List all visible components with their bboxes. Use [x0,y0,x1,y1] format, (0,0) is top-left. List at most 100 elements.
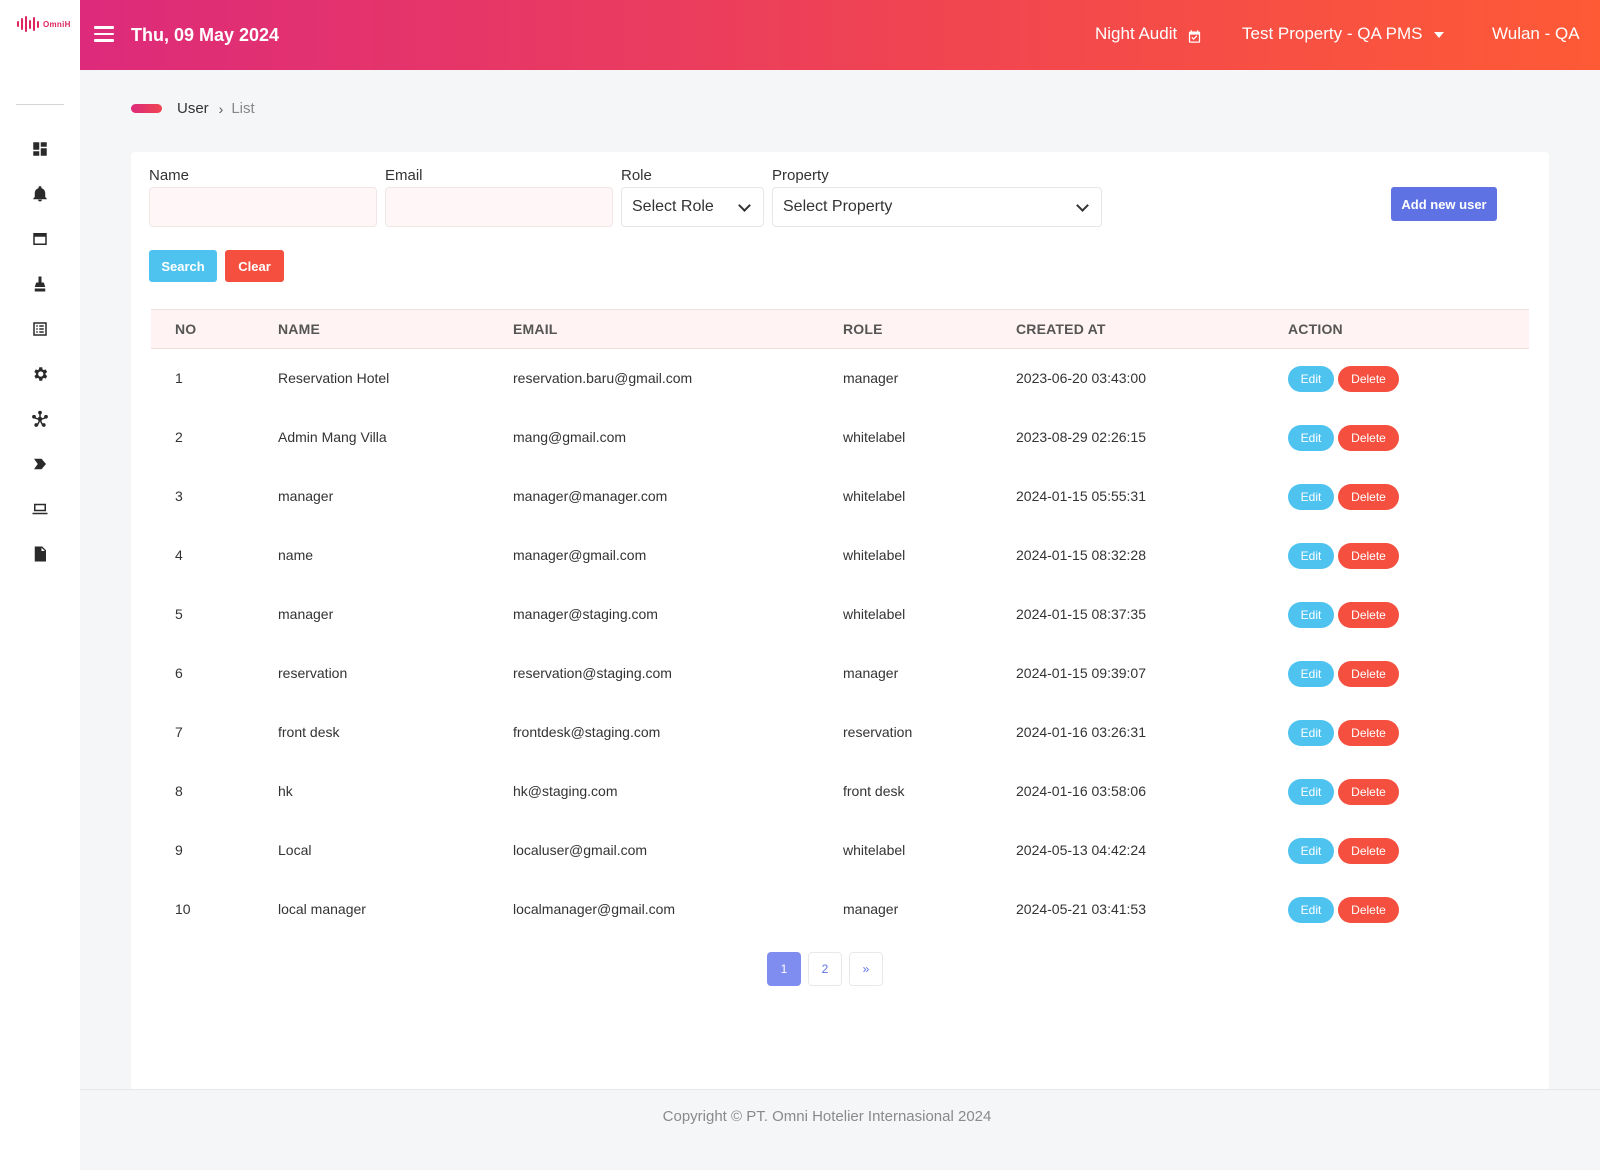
page-1-button[interactable]: 1 [767,952,801,986]
settings-gear-icon[interactable] [0,351,80,396]
cell-role: whitelabel [843,547,906,563]
property-dropdown-label: Test Property - QA PMS [1242,24,1423,43]
delete-button[interactable]: Delete [1338,366,1399,392]
night-audit-button[interactable]: Night Audit [1095,24,1202,44]
cell-role: whitelabel [843,488,906,504]
cell-created-at: 2024-01-15 05:55:31 [1016,488,1146,504]
cell-email: manager@staging.com [513,606,658,622]
table-row: 2 Admin Mang Villa mang@gmail.com whitelabe… [151,409,1529,468]
cell-role: manager [843,665,899,681]
list-icon[interactable] [0,306,80,351]
cell-name: reservation [278,665,348,681]
cell-created-at: 2024-01-16 03:26:31 [1016,724,1146,740]
cell-name: front desk [278,724,340,740]
table-header: NO NAME EMAIL ROLE CREATED AT ACTION [151,309,1529,349]
chevron-down-icon [1076,199,1089,212]
delete-button[interactable]: Delete [1338,602,1399,628]
notification-bell-icon[interactable] [0,171,80,216]
column-header-no: NO [175,321,197,337]
table-row: 6 reservation reservation@staging.com manag… [151,645,1529,704]
name-filter-input[interactable] [149,187,377,227]
cell-created-at: 2024-01-15 08:37:35 [1016,606,1146,622]
breadcrumb-user[interactable]: User [177,100,209,117]
report-icon[interactable] [0,531,80,576]
page-2-button[interactable]: 2 [808,952,842,986]
breadcrumb-separator-icon: › [218,100,224,117]
add-new-user-button[interactable]: Add new user [1391,187,1497,221]
cell-role: manager [843,370,899,386]
delete-button[interactable]: Delete [1338,425,1399,451]
cell-no: 4 [175,547,183,563]
chevron-tag-icon[interactable] [0,441,80,486]
menu-hamburger-icon[interactable] [94,26,114,42]
property-select[interactable]: Select Property [772,187,1102,227]
cleaning-icon[interactable] [0,261,80,306]
cell-email: manager@manager.com [513,488,668,504]
network-icon[interactable] [0,396,80,441]
property-select-value: Select Property [783,198,893,215]
cell-no: 3 [175,488,183,504]
edit-button[interactable]: Edit [1288,543,1334,569]
cell-name: Reservation Hotel [278,370,390,386]
brand-logo[interactable]: OmniH [17,16,71,32]
delete-button[interactable]: Delete [1338,838,1399,864]
footer-copyright: Copyright © PT. Omni Hotelier Internasio… [662,1108,992,1125]
cell-role: whitelabel [843,606,906,622]
window-icon[interactable] [0,216,80,261]
dashboard-icon[interactable] [0,126,80,171]
footer-divider [80,1089,1600,1090]
delete-button[interactable]: Delete [1338,661,1399,687]
edit-button[interactable]: Edit [1288,779,1334,805]
cell-no: 7 [175,724,183,740]
breadcrumb: User › List [131,100,255,117]
delete-button[interactable]: Delete [1338,484,1399,510]
cell-name: Admin Mang Villa [278,429,387,445]
cell-created-at: 2023-06-20 03:43:00 [1016,370,1146,386]
cell-no: 9 [175,842,183,858]
delete-button[interactable]: Delete [1338,897,1399,923]
next-page-button[interactable]: » [849,952,883,986]
column-header-action: ACTION [1288,321,1343,337]
cell-email: localuser@gmail.com [513,842,648,858]
edit-button[interactable]: Edit [1288,661,1334,687]
cell-created-at: 2023-08-29 02:26:15 [1016,429,1146,445]
cell-email: frontdesk@staging.com [513,724,661,740]
delete-button[interactable]: Delete [1338,543,1399,569]
property-filter-label: Property [772,167,829,184]
delete-button[interactable]: Delete [1338,720,1399,746]
edit-button[interactable]: Edit [1288,720,1334,746]
cell-email: hk@staging.com [513,783,618,799]
caret-down-icon [1434,32,1445,38]
cell-no: 1 [175,370,183,386]
edit-button[interactable]: Edit [1288,425,1334,451]
cell-no: 2 [175,429,183,445]
edit-button[interactable]: Edit [1288,602,1334,628]
clear-button[interactable]: Clear [225,250,284,282]
laptop-icon[interactable] [0,486,80,531]
logo-waveform-icon [17,16,39,32]
edit-button[interactable]: Edit [1288,838,1334,864]
email-filter-label: Email [385,167,423,184]
cell-role: whitelabel [843,842,906,858]
edit-button[interactable]: Edit [1288,897,1334,923]
user-list-card: Name Email Role Select Role Property Sel… [131,152,1549,1090]
cell-created-at: 2024-05-21 03:41:53 [1016,901,1146,917]
user-menu[interactable]: Wulan - QA [1492,24,1580,44]
sidebar-nav [0,126,80,576]
sidebar-divider [16,104,64,105]
table-row: 9 Local localuser@gmail.com whitelabel 2024-… [151,822,1529,881]
edit-button[interactable]: Edit [1288,484,1334,510]
search-button[interactable]: Search [149,250,217,282]
property-dropdown[interactable]: Test Property - QA PMS [1242,24,1445,44]
email-filter-input[interactable] [385,187,613,227]
edit-button[interactable]: Edit [1288,366,1334,392]
cell-role: manager [843,901,899,917]
cell-role: front desk [843,783,905,799]
cell-name: manager [278,606,334,622]
calendar-check-icon [1189,29,1201,43]
cell-no: 8 [175,783,183,799]
column-header-email: EMAIL [513,321,558,337]
delete-button[interactable]: Delete [1338,779,1399,805]
cell-name: Local [278,842,312,858]
role-select[interactable]: Select Role [621,187,764,227]
